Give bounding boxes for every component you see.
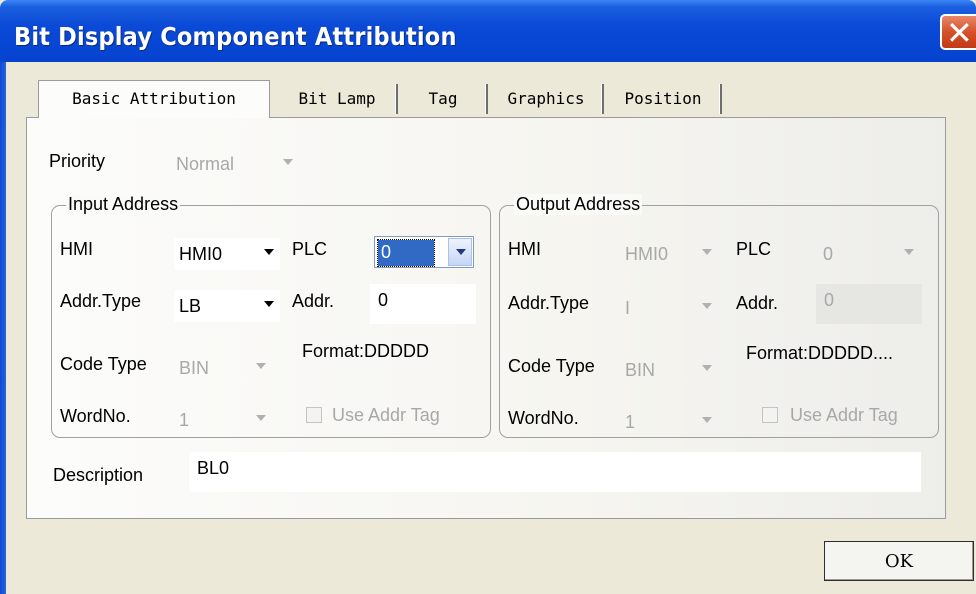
chevron-down-icon xyxy=(702,365,712,371)
description-value: BL0 xyxy=(197,458,230,478)
output-code-type-label: Code Type xyxy=(508,356,595,376)
output-plc-select: 0 xyxy=(818,238,920,270)
tab-tag[interactable]: Tag xyxy=(400,84,488,114)
input-format-text: Format:DDDDD xyxy=(302,341,430,361)
input-hmi-select[interactable]: HMI0 xyxy=(174,238,280,270)
window-title: Bit Display Component Attribution xyxy=(14,22,457,51)
output-address-title: Output Address xyxy=(514,194,643,215)
tab-graphics[interactable]: Graphics xyxy=(490,84,604,114)
input-hmi-value: HMI0 xyxy=(179,244,223,264)
input-word-no-label: WordNo. xyxy=(60,406,131,426)
output-addr-value: 0 xyxy=(824,290,835,310)
output-addr-type-select: I xyxy=(620,292,718,324)
output-addr-label: Addr. xyxy=(736,293,779,313)
output-addr-type-value: I xyxy=(625,298,631,318)
input-address-group: Input Address HMI HMI0 PLC 0 Addr.Type L… xyxy=(51,194,491,438)
output-use-addr-tag-label: Use Addr Tag xyxy=(790,405,898,425)
output-hmi-label: HMI xyxy=(508,239,541,259)
input-code-type-value: BIN xyxy=(179,358,210,378)
chevron-down-icon xyxy=(702,417,712,423)
dialog-window: Bit Display Component Attribution ✕ Bit … xyxy=(0,0,976,594)
chevron-down-icon xyxy=(702,303,712,309)
chevron-down-icon xyxy=(256,415,266,421)
input-address-title: Input Address xyxy=(66,194,181,215)
output-address-group: Output Address HMI HMI0 PLC 0 Addr.Type … xyxy=(499,194,939,438)
input-use-addr-tag-label: Use Addr Tag xyxy=(332,405,440,425)
close-icon: ✕ xyxy=(946,14,973,52)
input-addr-value: 0 xyxy=(378,290,389,310)
window-frame xyxy=(0,62,6,594)
output-addr-type-label: Addr.Type xyxy=(508,293,590,313)
chevron-down-icon xyxy=(256,363,266,369)
input-plc-selection: 0 xyxy=(377,239,435,267)
chevron-down-icon xyxy=(904,249,914,255)
priority-label: Priority xyxy=(49,151,106,171)
output-use-addr-tag-checkbox xyxy=(762,407,778,423)
output-code-type-value: BIN xyxy=(625,360,656,380)
description-field[interactable]: BL0 xyxy=(189,452,921,492)
input-word-no-select: 1 xyxy=(174,404,272,436)
input-plc-select[interactable]: 0 xyxy=(374,236,474,268)
tab-panel-basic-attribution: Priority Normal Input Address HMI HMI0 P… xyxy=(26,117,946,519)
output-word-no-value: 1 xyxy=(625,412,636,432)
chevron-down-icon xyxy=(264,301,274,307)
chevron-down-icon xyxy=(702,249,712,255)
tab-bit-lamp[interactable]: Bit Lamp xyxy=(278,84,398,114)
description-label: Description xyxy=(53,465,144,485)
input-addr-label: Addr. xyxy=(292,291,335,311)
priority-select: Normal xyxy=(171,148,299,180)
output-plc-value: 0 xyxy=(823,244,834,264)
input-addr-type-label: Addr.Type xyxy=(60,291,142,311)
ok-button[interactable]: OK xyxy=(824,541,974,581)
input-code-type-label: Code Type xyxy=(60,354,147,374)
output-format-text: Format:DDDDD.... xyxy=(746,343,894,363)
input-addr-field[interactable]: 0 xyxy=(370,284,476,324)
tab-basic-attribution[interactable]: Basic Attribution xyxy=(38,80,270,118)
input-code-type-select: BIN xyxy=(174,352,272,384)
input-plc-value: 0 xyxy=(381,242,392,262)
input-hmi-label: HMI xyxy=(60,239,93,259)
priority-value: Normal xyxy=(176,154,235,174)
dropdown-arrow-icon[interactable] xyxy=(448,238,472,266)
input-word-no-value: 1 xyxy=(179,410,190,430)
input-use-addr-tag-checkbox xyxy=(306,407,322,423)
output-hmi-value: HMI0 xyxy=(625,244,669,264)
chevron-down-icon xyxy=(283,159,293,165)
output-word-no-label: WordNo. xyxy=(508,408,579,428)
input-plc-label: PLC xyxy=(292,239,328,259)
input-addr-type-select[interactable]: LB xyxy=(174,290,280,322)
output-hmi-select: HMI0 xyxy=(620,238,718,270)
output-addr-field: 0 xyxy=(816,284,922,324)
chevron-down-icon xyxy=(264,249,274,255)
tab-position[interactable]: Position xyxy=(606,84,722,114)
output-code-type-select: BIN xyxy=(620,354,718,386)
output-word-no-select: 1 xyxy=(620,406,718,438)
input-addr-type-value: LB xyxy=(179,296,202,316)
output-plc-label: PLC xyxy=(736,239,772,259)
close-button[interactable]: ✕ xyxy=(940,14,976,52)
